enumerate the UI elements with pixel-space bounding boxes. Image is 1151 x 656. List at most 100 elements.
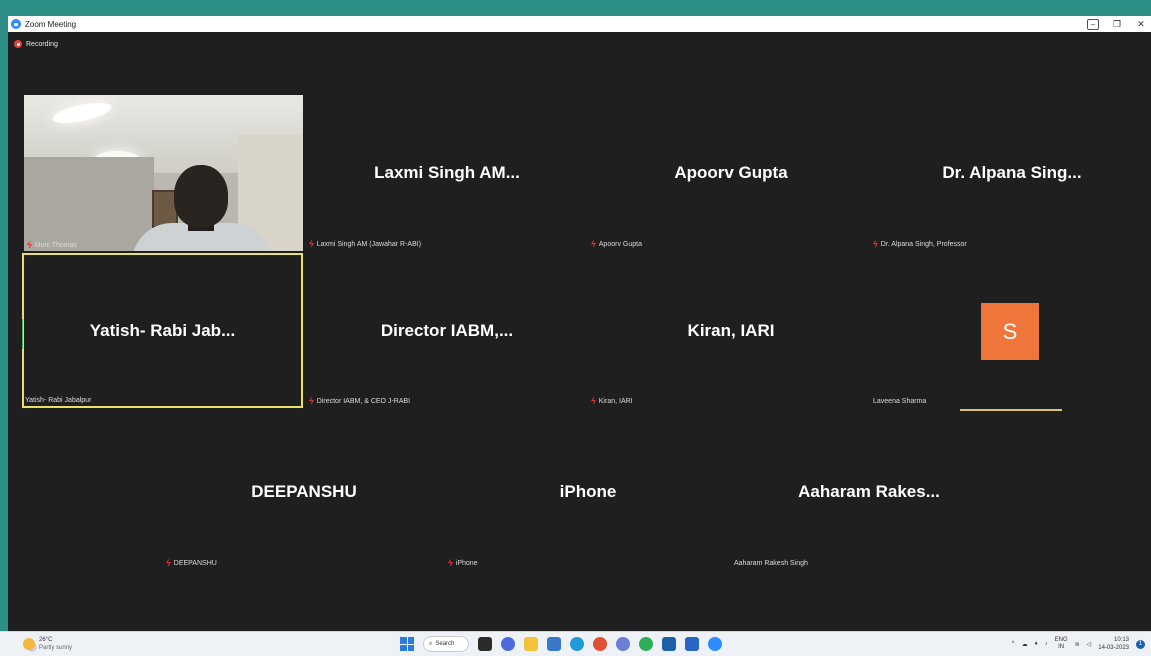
task-view-icon[interactable] <box>478 637 492 651</box>
participant-display-name: Aaharam Rakes... <box>798 482 940 501</box>
participant-tile-alpana[interactable]: Dr. Alpana Sing... ϟ Dr. Alpana Singh, P… <box>873 95 1151 251</box>
speaking-indicator <box>22 319 23 349</box>
search-label: Search <box>435 641 455 647</box>
participant-display-name: Kiran, IARI <box>687 320 775 340</box>
chat-icon[interactable] <box>501 637 515 651</box>
participant-display-name: iPhone <box>559 482 617 501</box>
participant-name-label: Moni Thomas <box>34 242 78 249</box>
participant-display-name: Dr. Alpana Sing... <box>942 163 1082 182</box>
window-controls: – ❐ ✕ <box>1087 16 1147 32</box>
mic-muted-icon: ϟ <box>591 239 596 249</box>
search-icon: ⌕ <box>429 640 433 647</box>
participant-name-label: Apoorv Gupta <box>598 241 642 248</box>
recording-label: Recording <box>26 40 58 48</box>
participant-tile-apoorv[interactable]: Apoorv Gupta ϟ Apoorv Gupta <box>591 95 871 251</box>
app-icon[interactable] <box>616 637 630 651</box>
restore-button[interactable]: ❐ <box>1111 18 1123 30</box>
participant-name-label: Aaharam Rakesh Singh <box>734 560 808 567</box>
participant-display-name: Laxmi Singh AM... <box>374 163 520 182</box>
participant-name-label: Kiran, IARI <box>598 398 633 405</box>
mic-muted-icon: ϟ <box>309 239 314 249</box>
participant-name-label: iPhone <box>455 560 478 567</box>
zoom-meeting-window: Zoom Meeting – ❐ ✕ Recording ϟ Moni Thom… <box>8 16 1151 631</box>
onedrive-icon[interactable]: ☁ <box>1022 641 1028 648</box>
close-button[interactable]: ✕ <box>1135 18 1147 30</box>
word-icon[interactable] <box>685 637 699 651</box>
participant-label: ϟ DEEPANSHU <box>166 558 217 568</box>
mic-muted-icon: ϟ <box>309 396 314 406</box>
window-title: Zoom Meeting <box>25 19 77 29</box>
participant-label: ϟ Moni Thomas <box>27 240 78 250</box>
weather-widget[interactable]: 26°C Partly sunny <box>23 636 72 652</box>
participant-name-label: Director IABM, & CEO J-RABI <box>316 398 411 405</box>
participant-name-label: Laxmi Singh AM (Jawahar R-ABI) <box>316 241 422 248</box>
clock-date: 14-03-2023 <box>1098 645 1129 651</box>
chevron-up-icon[interactable]: ^ <box>1012 641 1015 647</box>
system-tray: ^ ☁ ♦ ♪ ENG IN ≋ ◁ 10:13 14-03-2023 1 <box>1012 635 1145 653</box>
recording-indicator[interactable]: Recording <box>14 40 58 48</box>
edge-icon[interactable] <box>570 637 584 651</box>
taskbar-search[interactable]: ⌕ Search <box>423 636 469 652</box>
security-icon[interactable]: ♦ <box>1035 641 1038 647</box>
participant-tile-iphone[interactable]: iPhone ϟ iPhone <box>448 414 728 570</box>
minimize-button[interactable]: – <box>1087 18 1099 30</box>
participant-name-label: Laveena Sharma <box>873 398 927 405</box>
participant-display-name: Director IABM,... <box>380 320 514 340</box>
participant-label: Yatish- Rabi Jabalpur <box>25 397 91 404</box>
weather-temp: 26°C <box>39 637 53 643</box>
participant-tile-yatish-active-speaker[interactable]: Yatish- Rabi Jab... Yatish- Rabi Jabalpu… <box>22 253 303 408</box>
weather-condition: Partly sunny <box>39 645 73 651</box>
participant-label: ϟ Dr. Alpana Singh, Professor <box>873 239 967 249</box>
language-code: ENG <box>1054 637 1068 643</box>
participant-tile-laxmi[interactable]: Laxmi Singh AM... ϟ Laxmi Singh AM (Jawa… <box>305 95 589 251</box>
windows-taskbar: 26°C Partly sunny ⌕ Search ^ ☁ ♦ ♪ ENG I… <box>0 631 1151 656</box>
participant-name-label: Yatish- Rabi Jabalpur <box>25 397 92 404</box>
participant-avatar: S <box>981 303 1039 360</box>
title-bar: Zoom Meeting – ❐ ✕ <box>8 16 1151 32</box>
participant-name-label: DEEPANSHU <box>173 560 217 567</box>
mic-muted-icon: ϟ <box>873 239 878 249</box>
participant-display-name: Apoorv Gupta <box>674 163 788 182</box>
language-indicator[interactable]: ENG IN <box>1055 637 1068 651</box>
volume-icon[interactable]: ◁ <box>1087 641 1092 648</box>
participant-tile-aaharam[interactable]: Aaharam Rakes... Aaharam Rakesh Singh <box>730 414 1008 570</box>
mic-muted-icon: ϟ <box>591 396 596 406</box>
participant-tile-director[interactable]: Director IABM,... ϟ Director IABM, & CEO… <box>305 253 589 408</box>
participant-tile-deepanshu[interactable]: DEEPANSHU ϟ DEEPANSHU <box>162 414 446 570</box>
participant-name-label: Dr. Alpana Singh, Professor <box>880 241 967 248</box>
windows-start-icon[interactable] <box>400 637 414 651</box>
video-wall <box>24 157 154 251</box>
chrome-icon[interactable] <box>593 637 607 651</box>
mic-icon[interactable]: ♪ <box>1045 641 1048 647</box>
region-code: IN <box>1058 644 1065 650</box>
participant-label: ϟ Laxmi Singh AM (Jawahar R-ABI) <box>309 239 422 249</box>
record-icon <box>14 40 22 48</box>
zoom-app-icon <box>11 19 21 29</box>
mic-muted-icon: ϟ <box>27 240 32 250</box>
participant-display-name: DEEPANSHU <box>251 482 357 501</box>
participant-tile-kiran[interactable]: Kiran, IARI ϟ Kiran, IARI <box>591 253 871 408</box>
participant-label: Aaharam Rakesh Singh <box>734 560 808 567</box>
participant-video-moni-thomas[interactable]: ϟ Moni Thomas <box>24 95 303 251</box>
participant-label: ϟ Kiran, IARI <box>591 396 633 406</box>
video-person-head <box>174 165 228 227</box>
mic-muted-icon: ϟ <box>448 558 453 568</box>
participant-label: ϟ Director IABM, & CEO J-RABI <box>309 396 411 406</box>
file-explorer-icon[interactable] <box>524 637 538 651</box>
wifi-icon[interactable]: ≋ <box>1075 641 1080 648</box>
clock[interactable]: 10:13 14-03-2023 <box>1098 636 1129 652</box>
participant-label: ϟ Apoorv Gupta <box>591 239 642 249</box>
chrome-profile-icon[interactable] <box>639 637 653 651</box>
notification-icon[interactable]: 1 <box>1136 639 1145 649</box>
zoom-taskbar-icon[interactable] <box>708 637 722 651</box>
weather-text: 26°C Partly sunny <box>39 636 72 652</box>
speaking-underline <box>960 409 1062 411</box>
taskbar-apps: ⌕ Search <box>400 635 722 653</box>
participant-label: ϟ iPhone <box>448 558 478 568</box>
mic-muted-icon: ϟ <box>166 558 171 568</box>
partly-sunny-icon <box>23 638 35 650</box>
participant-label: Laveena Sharma <box>873 398 926 405</box>
participant-display-name: Yatish- Rabi Jab... <box>89 320 236 340</box>
store-icon[interactable] <box>547 637 561 651</box>
meeting-app-icon[interactable] <box>662 637 676 651</box>
